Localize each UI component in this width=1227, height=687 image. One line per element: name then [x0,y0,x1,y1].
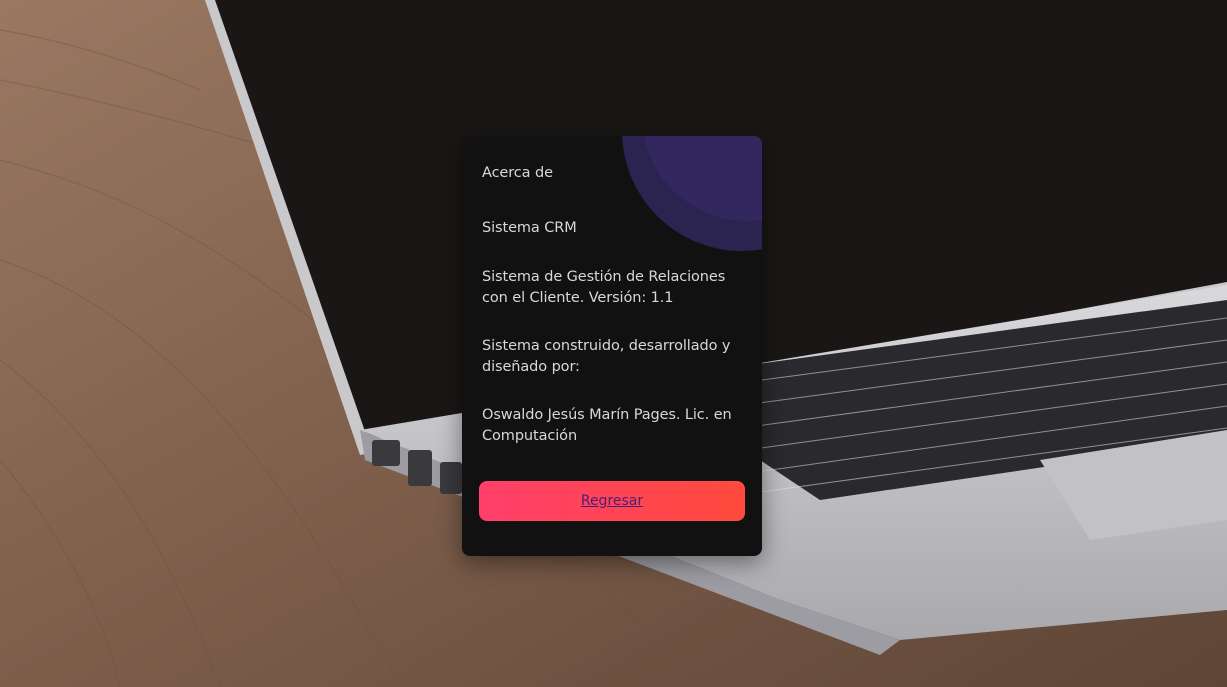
system-name: Sistema CRM [482,220,577,236]
back-link[interactable]: Regresar [581,493,643,509]
author-name: Oswaldo Jesús Marín Pages. Lic. en Compu… [482,407,732,444]
about-card: Acerca de Sistema CRM Sistema de Gestión… [462,136,762,556]
card-title: Acerca de [482,165,553,181]
built-by-label: Sistema construido, desarrollado y diseñ… [482,338,731,375]
back-button[interactable]: Regresar [479,481,745,521]
system-description: Sistema de Gestión de Relaciones con el … [482,269,726,306]
